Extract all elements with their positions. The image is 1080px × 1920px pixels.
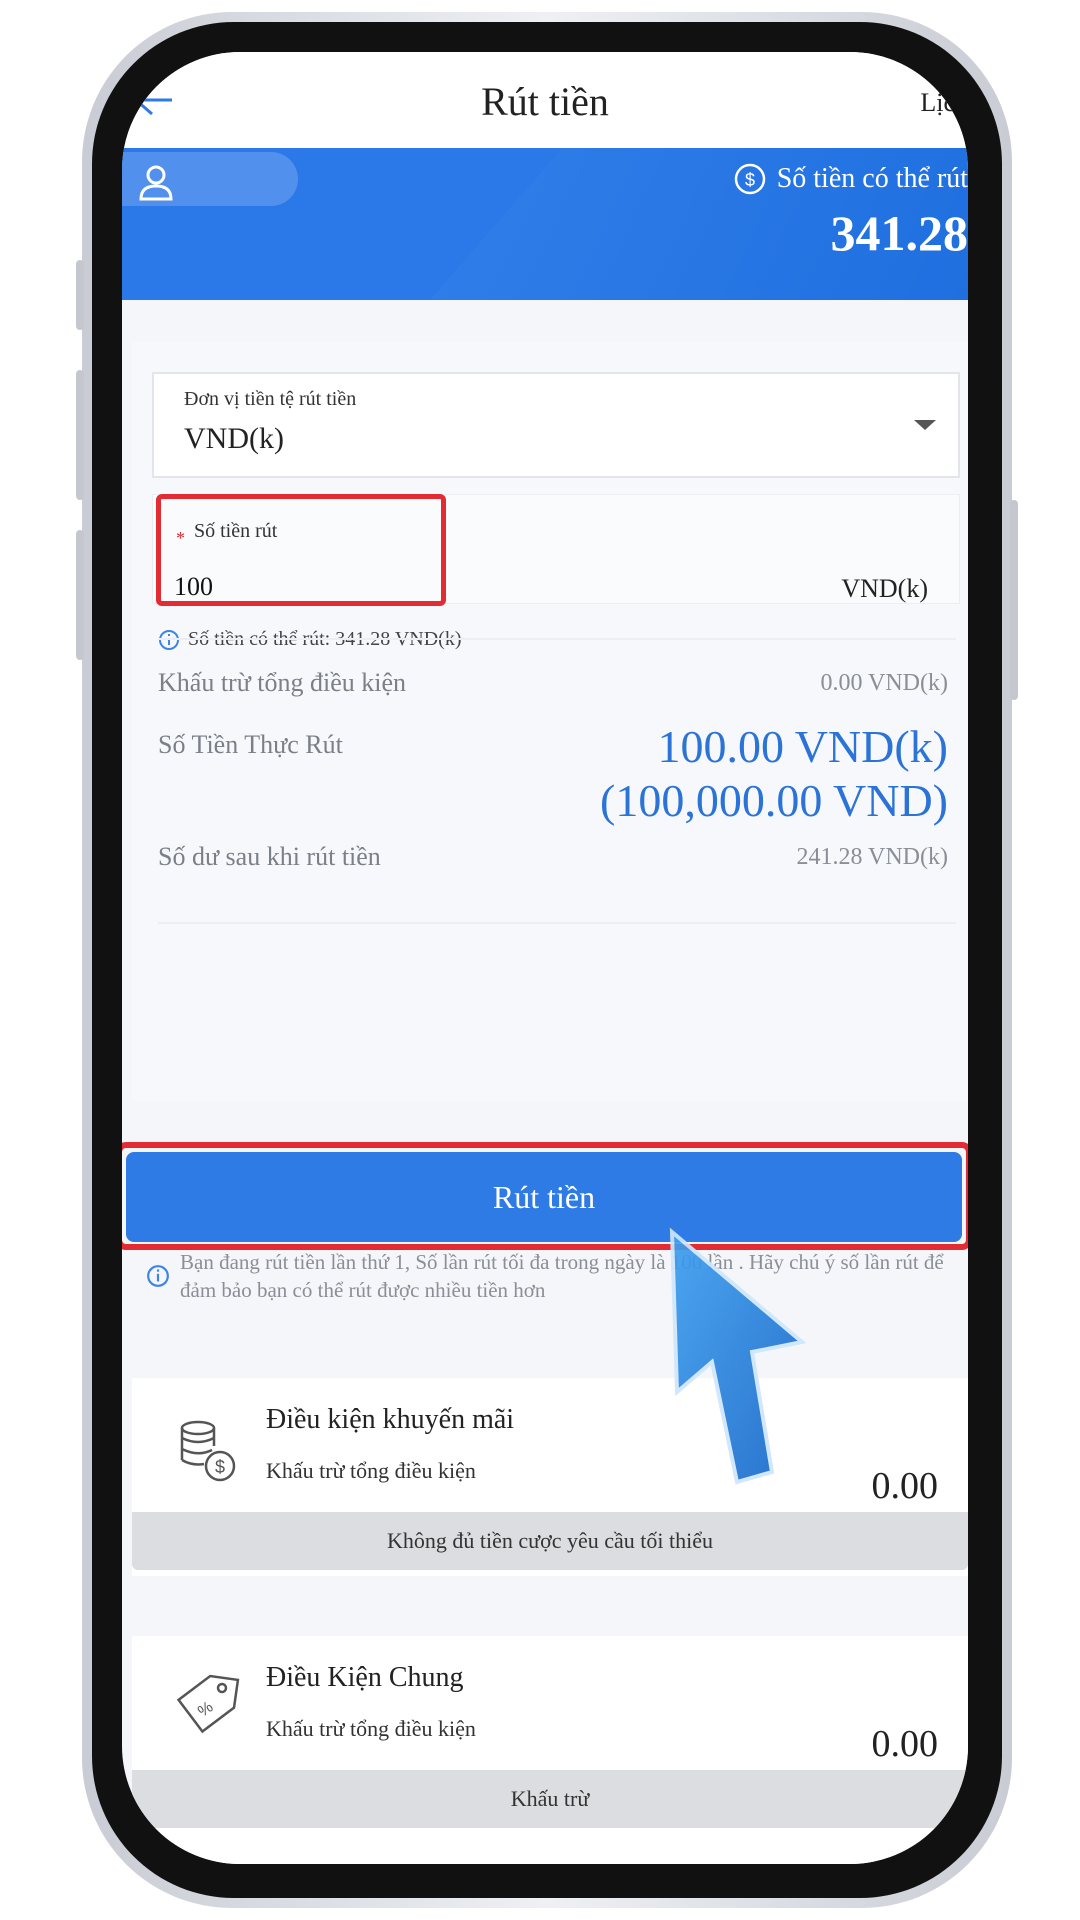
deduction-value: 0.00 VND(k) [820, 670, 948, 696]
balance-after-value: 241.28 VND(k) [796, 844, 948, 870]
chevron-down-icon [914, 420, 936, 430]
withdraw-button-highlight [122, 1142, 968, 1250]
currency-select[interactable]: Đơn vị tiền tệ rút tiền VND(k) [152, 372, 960, 478]
available-label: $ Số tiền có thể rút [733, 162, 968, 196]
balance-banner: $ Số tiền có thể rút 341.28 [122, 148, 968, 300]
panel-title: Điều Kiện Chung [266, 1662, 464, 1693]
price-tag-icon: % [176, 1674, 240, 1734]
available-amount: 341.28 [830, 205, 969, 261]
silent-switch [76, 530, 84, 660]
panel-subtitle: Khấu trừ tổng điều kiện [266, 1716, 476, 1741]
volume-up-button [76, 260, 84, 330]
promo-condition-panel: $ Điều kiện khuyến mãi Khấu trừ tổng điề… [132, 1378, 968, 1576]
currency-select-value: VND(k) [184, 422, 284, 455]
svg-text:$: $ [215, 1457, 225, 1477]
coins-dollar-icon: $ [180, 1420, 236, 1482]
panel-subtitle: Khấu trừ tổng điều kiện [266, 1458, 476, 1483]
general-condition-panel: % Điều Kiện Chung Khấu trừ tổng điều kiệ… [132, 1636, 968, 1864]
svg-text:$: $ [745, 170, 755, 190]
panel-footer: Không đủ tiền cược yêu cầu tối thiểu [132, 1512, 968, 1570]
available-label-text: Số tiền có thể rút [776, 163, 968, 194]
balance-after-label: Số dư sau khi rút tiền [158, 842, 381, 871]
page-title: Rút tiền [481, 79, 609, 124]
panel-amount: 0.00 [871, 1465, 939, 1507]
history-link[interactable]: Lịch [920, 88, 968, 118]
actual-withdraw-vnd: (100,000.00 VND) [600, 775, 948, 826]
power-button [1010, 500, 1018, 700]
app-screen: Rút tiền Lịch $ Số tiền có thể rút 341.2… [122, 52, 968, 1864]
user-icon [139, 165, 173, 201]
actual-withdraw-value: 100.00 VND(k) [657, 721, 948, 772]
panel-footer: Khấu trừ [132, 1770, 968, 1828]
amount-unit: VND(k) [841, 574, 928, 603]
divider [158, 922, 956, 924]
panel-amount: 0.00 [871, 1723, 939, 1765]
withdraw-form: Đơn vị tiền tệ rút tiền VND(k) * Số tiền… [132, 342, 968, 1102]
divider [158, 638, 956, 640]
panel-title: Điều kiện khuyến mãi [266, 1404, 515, 1435]
info-icon [147, 1265, 169, 1287]
dollar-circle-icon: $ [734, 163, 765, 195]
svg-text:%: % [195, 1699, 216, 1721]
currency-select-label: Đơn vị tiền tệ rút tiền [184, 388, 357, 410]
deduction-label: Khấu trừ tổng điều kiện [158, 668, 407, 697]
volume-down-button [76, 370, 84, 500]
actual-withdraw-label: Số Tiền Thực Rút [158, 730, 343, 759]
top-bar: Rút tiền Lịch [122, 52, 968, 148]
user-pill[interactable] [122, 152, 298, 206]
pointer-arrow-icon [669, 1227, 807, 1485]
amount-highlight-box [156, 494, 446, 606]
